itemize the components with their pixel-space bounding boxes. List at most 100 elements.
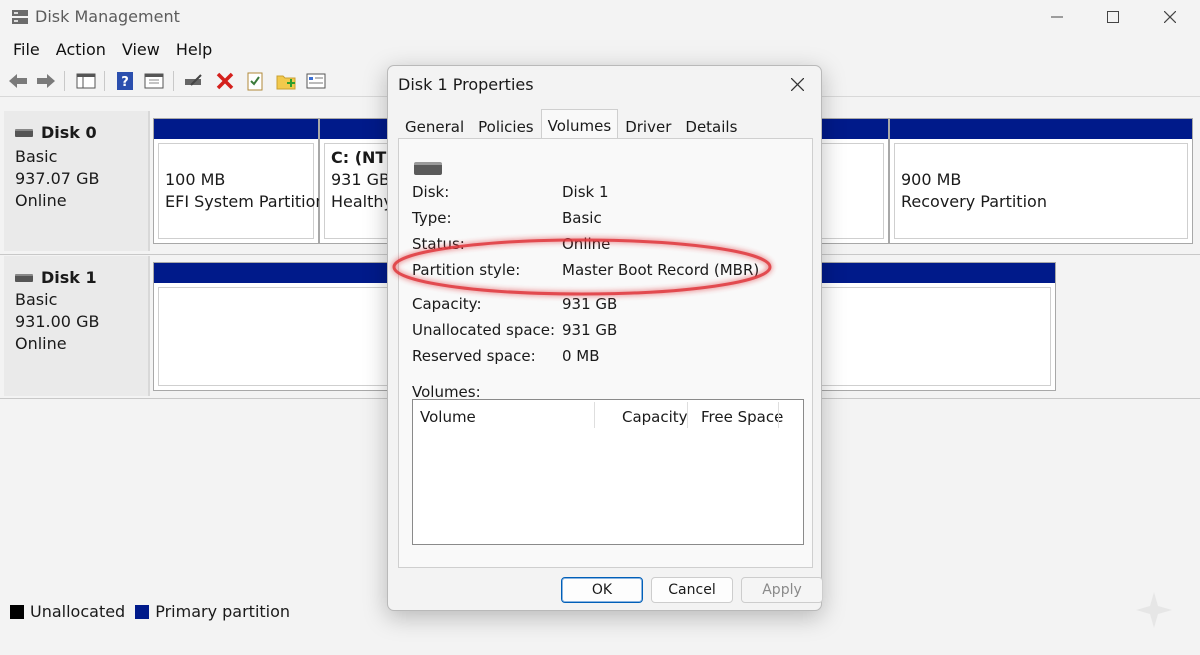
tab-policies[interactable]: Policies xyxy=(471,112,540,139)
disk-1-label-panel[interactable]: Disk 1 Basic 931.00 GB Online xyxy=(4,256,150,396)
type-label: Type: xyxy=(412,209,452,227)
properties-icon xyxy=(144,73,164,89)
connect-drive-button[interactable] xyxy=(183,70,205,92)
disk-0-label-panel[interactable]: Disk 0 Basic 937.07 GB Online xyxy=(4,111,150,251)
window-title: Disk Management xyxy=(35,7,180,26)
disk-0-status: Online xyxy=(15,191,67,210)
disk-0-partition-recovery[interactable]: 900 MB Recovery Partition xyxy=(889,118,1193,244)
menu-action[interactable]: Action xyxy=(48,36,114,64)
column-divider xyxy=(594,402,595,428)
partition-size: 931 GB xyxy=(331,170,390,189)
disk-label: Disk: xyxy=(412,183,450,201)
maximize-button[interactable] xyxy=(1084,0,1142,34)
primary-partition-bar xyxy=(890,119,1192,139)
partition-body: 900 MB Recovery Partition xyxy=(894,143,1188,239)
properties-button[interactable] xyxy=(143,70,165,92)
title-bar: Disk Management xyxy=(0,0,1200,34)
dialog-tabs: General Policies Volumes Driver Details xyxy=(398,109,744,139)
help-icon: ? xyxy=(117,72,133,90)
menu-view[interactable]: View xyxy=(114,36,168,64)
settings-panel-icon xyxy=(306,73,326,89)
primary-partition-bar xyxy=(154,119,318,139)
close-icon xyxy=(790,77,804,91)
forward-arrow-icon xyxy=(37,74,55,88)
menu-bar: File Action View Help xyxy=(0,36,1200,64)
disk-value: Disk 1 xyxy=(562,183,609,201)
legend: Unallocated Primary partition xyxy=(10,602,300,621)
menu-help[interactable]: Help xyxy=(168,36,220,64)
unallocated-space-value: 931 GB xyxy=(562,321,618,339)
new-folder-button[interactable] xyxy=(275,70,297,92)
maximize-icon xyxy=(1107,11,1119,23)
type-value: Basic xyxy=(562,209,602,227)
disk-1-type: Basic xyxy=(15,290,58,309)
partition-name: EFI System Partition xyxy=(165,192,326,211)
legend-swatch-unallocated xyxy=(10,604,24,619)
checklist-button[interactable] xyxy=(244,70,266,92)
delete-button[interactable] xyxy=(214,70,236,92)
disk-properties-dialog: Disk 1 Properties General Policies Volum… xyxy=(387,65,823,611)
legend-unallocated: Unallocated xyxy=(10,602,125,621)
partition-health: Healthy xyxy=(331,192,394,211)
legend-label: Primary partition xyxy=(155,602,291,621)
column-header-volume[interactable]: Volume xyxy=(420,408,476,426)
dialog-close-button[interactable] xyxy=(782,72,812,96)
partition-style-label: Partition style: xyxy=(412,261,521,279)
legend-swatch-primary xyxy=(135,604,150,619)
partition-name: Recovery Partition xyxy=(901,192,1047,211)
legend-primary: Primary partition xyxy=(135,602,290,621)
menu-file[interactable]: File xyxy=(5,36,48,64)
sparkle-icon xyxy=(1136,592,1172,628)
column-divider xyxy=(687,402,688,428)
capacity-value: 931 GB xyxy=(562,295,618,313)
status-value: Online xyxy=(562,235,611,253)
hard-disk-icon xyxy=(15,273,33,282)
partition-style-value: Master Boot Record (MBR) xyxy=(562,261,760,279)
status-label: Status: xyxy=(412,235,465,253)
tab-general[interactable]: General xyxy=(398,112,471,139)
toolbar-separator xyxy=(64,71,65,91)
disk-1-name-text: Disk 1 xyxy=(41,268,97,287)
partition-size: 100 MB xyxy=(165,170,226,189)
connect-drive-icon xyxy=(185,74,202,86)
help-button[interactable]: ? xyxy=(114,70,136,92)
capacity-label: Capacity: xyxy=(412,295,482,313)
partition-body: 100 MB EFI System Partition xyxy=(158,143,326,239)
disk-0-type: Basic xyxy=(15,147,58,166)
new-folder-icon xyxy=(276,75,296,90)
forward-button[interactable] xyxy=(35,70,57,92)
tab-volumes[interactable]: Volumes xyxy=(540,109,619,139)
cancel-button[interactable]: Cancel xyxy=(651,577,733,603)
disk-1-name: Disk 1 xyxy=(15,268,97,287)
column-header-free-space[interactable]: Free Space xyxy=(701,408,783,426)
disk-0-name: Disk 0 xyxy=(15,123,97,142)
tab-details[interactable]: Details xyxy=(678,112,744,139)
apply-button[interactable]: Apply xyxy=(741,577,823,603)
volumes-tab-panel: Disk: Disk 1 Type: Basic Status: Online … xyxy=(398,138,813,568)
reserved-space-label: Reserved space: xyxy=(412,347,536,365)
svg-text:?: ? xyxy=(121,75,129,90)
toolbar-separator xyxy=(173,71,174,91)
hard-disk-icon xyxy=(15,128,33,137)
close-button[interactable] xyxy=(1141,0,1199,34)
hard-disk-icon xyxy=(414,162,442,175)
disk-0-partition-efi[interactable]: 100 MB EFI System Partition xyxy=(153,118,326,244)
delete-icon xyxy=(216,72,234,90)
settings-panel-button[interactable] xyxy=(305,70,327,92)
column-header-capacity[interactable]: Capacity xyxy=(622,408,688,426)
legend-label: Unallocated xyxy=(30,602,126,621)
console-tree-button[interactable] xyxy=(75,70,97,92)
minimize-button[interactable] xyxy=(1028,0,1086,34)
checklist-icon xyxy=(247,72,263,91)
minimize-icon xyxy=(1051,16,1063,18)
volumes-list[interactable]: Volume Capacity Free Space xyxy=(412,399,804,545)
back-button[interactable] xyxy=(7,70,29,92)
console-tree-icon xyxy=(76,73,96,89)
ok-button[interactable]: OK xyxy=(561,577,643,603)
tab-driver[interactable]: Driver xyxy=(618,112,678,139)
unallocated-space-label: Unallocated space: xyxy=(412,321,556,339)
partition-size: 900 MB xyxy=(901,170,962,189)
disk-management-icon xyxy=(12,10,28,24)
back-arrow-icon xyxy=(9,74,27,88)
disk-0-name-text: Disk 0 xyxy=(41,123,97,142)
